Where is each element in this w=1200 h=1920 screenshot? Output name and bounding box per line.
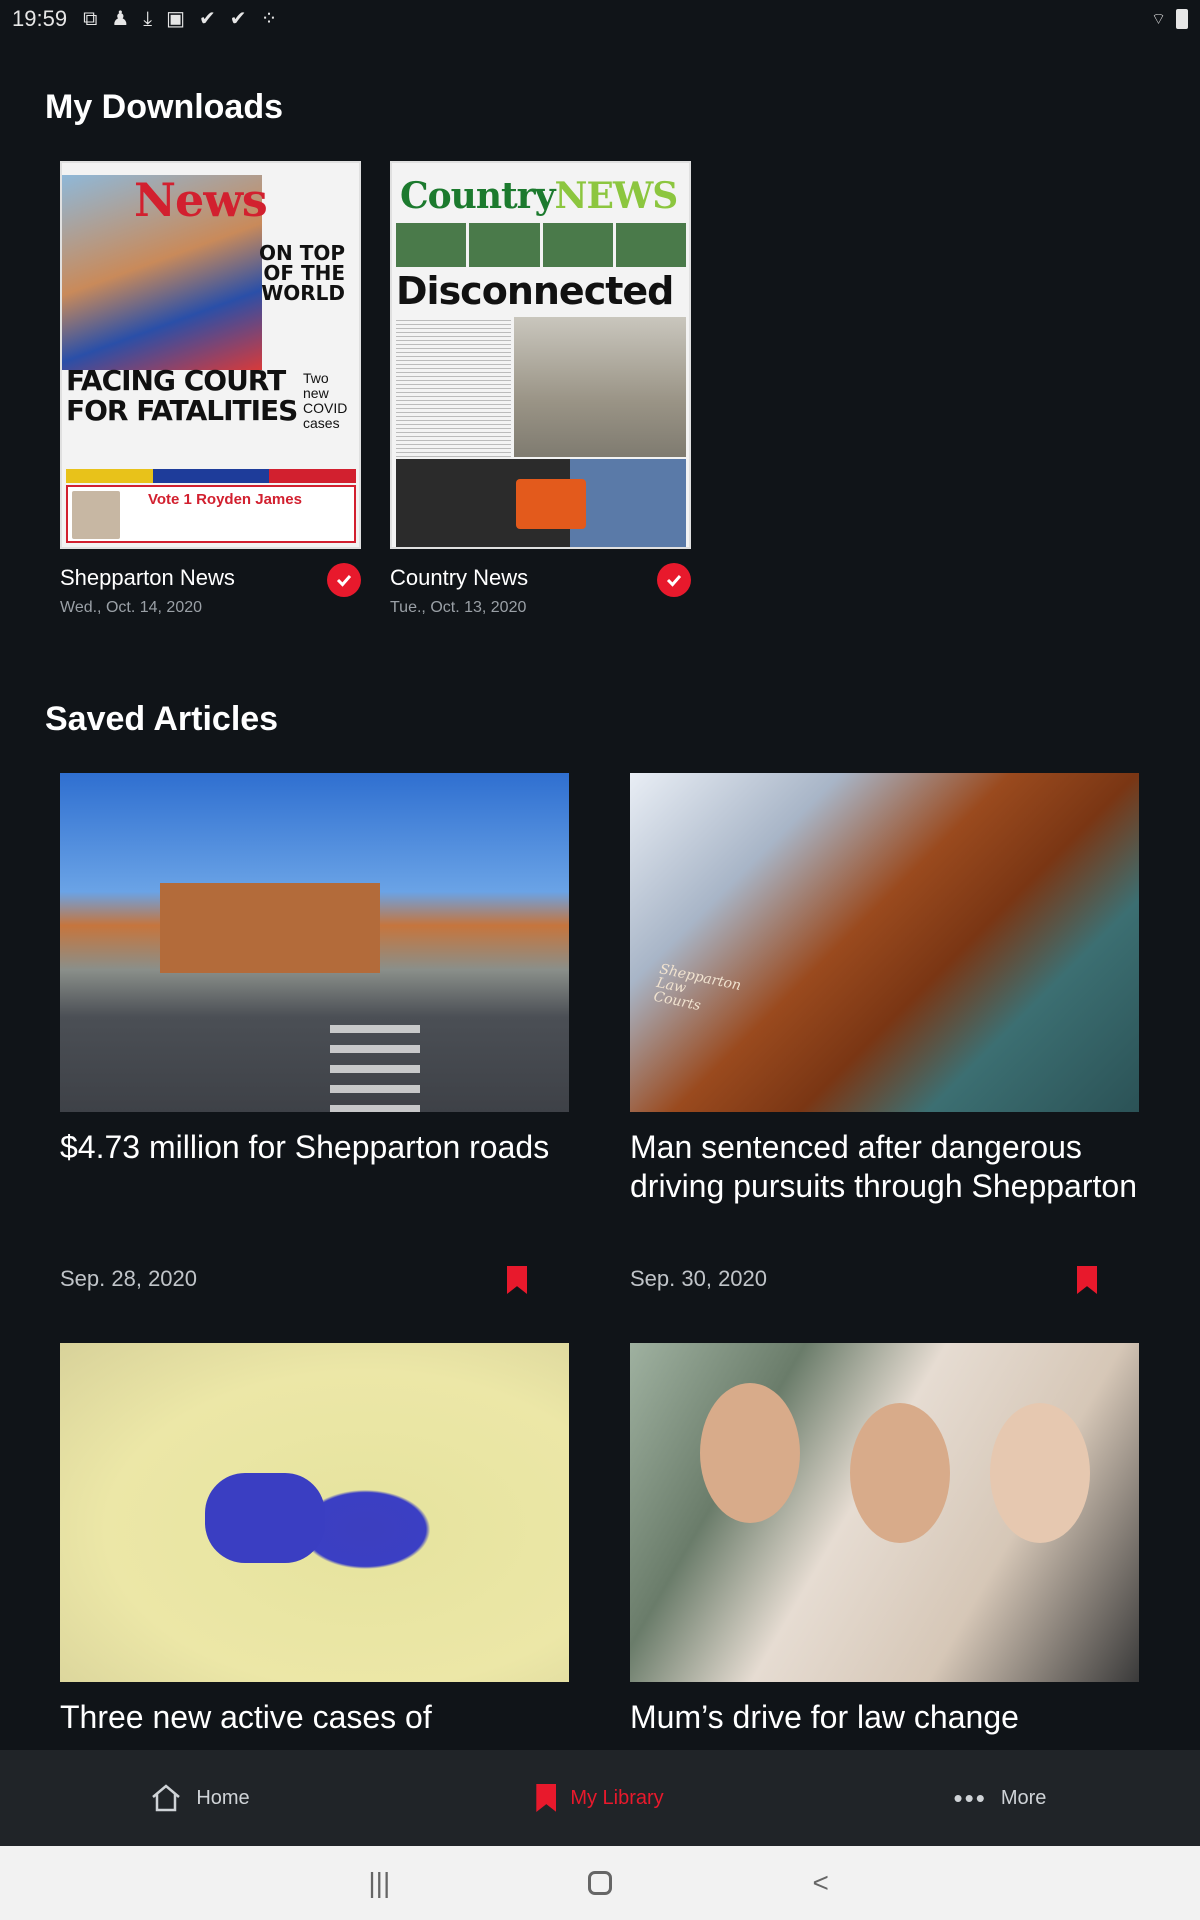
battery-icon — [1176, 9, 1188, 29]
cover-ad: Vote 1 Royden James — [66, 485, 356, 543]
article-image[interactable] — [630, 1343, 1139, 1682]
download-name: Country News — [390, 565, 529, 590]
download-item-country[interactable]: CountryNEWS Disconnected Country News Tu… — [390, 161, 691, 617]
article-card[interactable]: Shepparton Law Courts Man sentenced afte… — [630, 773, 1139, 1294]
downloads-title: My Downloads — [45, 88, 284, 126]
dots-icon: ⁘ — [260, 8, 278, 30]
check-icon: ✔ — [199, 8, 216, 30]
nav-home-label: Home — [196, 1786, 250, 1809]
nav-more[interactable]: ••• More — [800, 1750, 1200, 1846]
wifi-icon: ⌔ — [1150, 11, 1166, 28]
cover-shepparton-news[interactable]: News ON TOP OF THE WORLD FACING COURT FO… — [60, 161, 361, 549]
cover-masthead: News — [134, 173, 268, 227]
status-right: ⌔ — [1151, 9, 1188, 29]
article-date: Sep. 28, 2020 — [60, 1266, 198, 1291]
image-face — [990, 1403, 1090, 1543]
cover-photo — [514, 317, 686, 457]
gallery-icon: ▣ — [166, 8, 186, 30]
downloaded-check-icon[interactable] — [657, 563, 691, 597]
cover-strip — [66, 469, 356, 483]
image-face — [850, 1403, 950, 1543]
nav-library-label: My Library — [570, 1786, 664, 1809]
nav-my-library[interactable]: My Library — [400, 1750, 800, 1846]
more-dots-icon: ••• — [953, 1782, 987, 1813]
download-item-shepparton[interactable]: News ON TOP OF THE WORLD FACING COURT FO… — [60, 161, 361, 617]
article-image[interactable]: Shepparton Law Courts — [630, 773, 1139, 1112]
masthead-news: NEWS — [554, 175, 679, 217]
cover-headline: FACING COURT FOR FATALITIES — [66, 364, 298, 427]
masthead-country: Country — [400, 175, 556, 217]
home-icon — [152, 1784, 181, 1812]
cover-body-text — [396, 317, 511, 457]
screenshot-icon: ⧉ — [83, 8, 98, 30]
bookmark-icon[interactable] — [1077, 1266, 1097, 1294]
cover-thumbnails — [396, 223, 686, 267]
image-glove — [205, 1473, 325, 1563]
cover-masthead: CountryNEWS — [400, 175, 679, 217]
cover-country-news[interactable]: CountryNEWS Disconnected — [390, 161, 691, 549]
image-face — [700, 1383, 800, 1523]
article-title[interactable]: $4.73 million for Shepparton roads — [60, 1128, 569, 1167]
download-icon: ⤓ — [143, 8, 153, 30]
article-card[interactable]: Mum’s drive for law change — [630, 1343, 1139, 1750]
image-crossing — [330, 1013, 420, 1112]
download-name: Shepparton News — [60, 565, 235, 590]
status-bar: 19:59 ⧉ ♟ ⤓ ▣ ✔ ✔ ⁘ ⌔ — [0, 0, 1200, 38]
cover-side-story: Two new COVID cases — [303, 370, 348, 431]
bookmark-icon — [536, 1784, 557, 1812]
article-image[interactable] — [60, 1343, 569, 1682]
home-button-icon[interactable] — [587, 1871, 612, 1895]
article-title[interactable]: Mum’s drive for law change — [630, 1698, 1139, 1737]
cover-ad — [396, 459, 686, 547]
article-card[interactable]: Three new active cases of — [60, 1343, 569, 1750]
nav-more-label: More — [1000, 1786, 1047, 1809]
download-meta: Country News Tue., Oct. 13, 2020 — [390, 563, 691, 617]
person-icon: ♟ — [111, 8, 130, 30]
image-sign-text: Shepparton Law Courts — [652, 961, 743, 1015]
recent-apps-icon[interactable]: ||| — [349, 1867, 409, 1899]
nav-home[interactable]: Home — [0, 1750, 400, 1846]
download-meta: Shepparton News Wed., Oct. 14, 2020 — [60, 563, 361, 617]
downloaded-check-icon[interactable] — [327, 563, 361, 597]
ad-text: Vote 1 Royden James — [148, 491, 302, 508]
article-card[interactable]: $4.73 million for Shepparton roads Sep. … — [60, 773, 569, 1294]
cover-tag: ON TOP OF THE WORLD — [258, 241, 345, 305]
download-date: Tue., Oct. 13, 2020 — [390, 599, 527, 616]
cover-headline: Disconnected — [396, 269, 674, 313]
download-date: Wed., Oct. 14, 2020 — [60, 599, 203, 616]
article-date: Sep. 30, 2020 — [630, 1266, 768, 1291]
articles-title: Saved Articles — [45, 700, 279, 738]
ad-photo — [72, 491, 120, 539]
status-time: 19:59 — [12, 6, 68, 31]
system-nav-bar: ||| < — [0, 1846, 1200, 1920]
check-icon: ✔ — [229, 8, 247, 30]
image-building — [160, 883, 380, 973]
article-title[interactable]: Three new active cases of — [60, 1698, 569, 1737]
article-title[interactable]: Man sentenced after dangerous driving pu… — [630, 1128, 1139, 1206]
excavator-graphic — [516, 479, 586, 529]
bottom-nav: Home My Library ••• More — [0, 1750, 1200, 1846]
notification-icons: ⧉ ♟ ⤓ ▣ ✔ ✔ ⁘ — [83, 9, 277, 29]
bookmark-icon[interactable] — [507, 1266, 527, 1294]
back-icon[interactable]: < — [791, 1867, 851, 1899]
article-image[interactable] — [60, 773, 569, 1112]
